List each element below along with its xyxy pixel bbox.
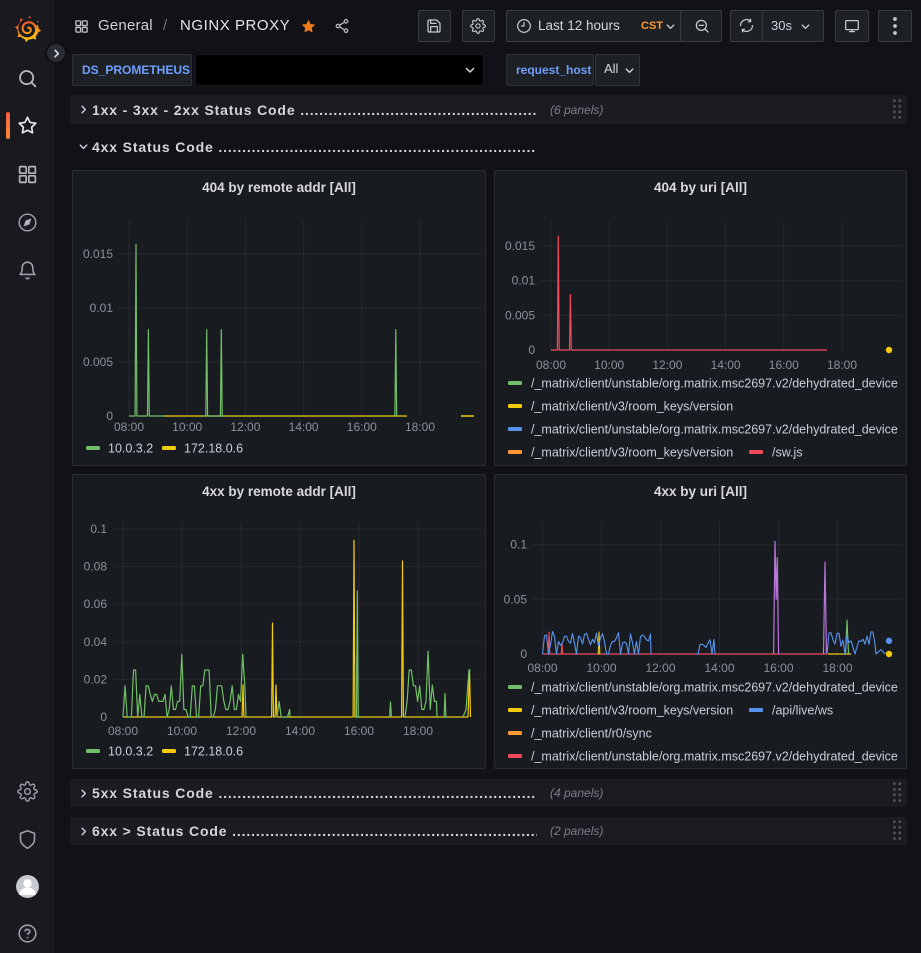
svg-text:12:00: 12:00 <box>230 420 260 434</box>
svg-text:0.015: 0.015 <box>505 239 535 253</box>
svg-text:08:00: 08:00 <box>527 661 557 675</box>
svg-text:0.1: 0.1 <box>90 522 107 536</box>
svg-text:/_matrix/client/r0/sync: /_matrix/client/r0/sync <box>531 727 652 741</box>
svg-text:0.06: 0.06 <box>84 597 108 611</box>
svg-text:12:00: 12:00 <box>226 724 256 738</box>
svg-text:10:00: 10:00 <box>594 358 624 372</box>
svg-text:0.015: 0.015 <box>83 247 113 261</box>
svg-text:0.005: 0.005 <box>505 308 535 322</box>
svg-text:/_matrix/client/unstable/org.m: /_matrix/client/unstable/org.matrix.msc2… <box>531 681 898 695</box>
svg-text:10.0.3.2: 10.0.3.2 <box>108 745 153 759</box>
svg-text:/_matrix/client/unstable/org.m: /_matrix/client/unstable/org.matrix.msc2… <box>531 377 898 391</box>
svg-text:14:00: 14:00 <box>285 724 315 738</box>
svg-text:14:00: 14:00 <box>704 661 734 675</box>
svg-text:10:00: 10:00 <box>167 724 197 738</box>
svg-text:16:00: 16:00 <box>344 724 374 738</box>
svg-text:08:00: 08:00 <box>114 420 144 434</box>
svg-text:/_matrix/client/v3/room_keys/v: /_matrix/client/v3/room_keys/version <box>531 704 733 718</box>
svg-text:12:00: 12:00 <box>645 661 675 675</box>
svg-text:18:00: 18:00 <box>822 661 852 675</box>
svg-text:0.04: 0.04 <box>84 635 108 649</box>
svg-text:10:00: 10:00 <box>586 661 616 675</box>
svg-text:0: 0 <box>528 343 535 357</box>
svg-text:14:00: 14:00 <box>289 420 319 434</box>
svg-text:/sw.js: /sw.js <box>772 446 803 460</box>
svg-text:16:00: 16:00 <box>769 358 799 372</box>
svg-text:0: 0 <box>100 710 107 724</box>
svg-text:0.005: 0.005 <box>83 355 113 369</box>
svg-text:18:00: 18:00 <box>827 358 857 372</box>
svg-text:/_matrix/client/unstable/org.m: /_matrix/client/unstable/org.matrix.msc2… <box>531 423 898 437</box>
svg-text:/_matrix/client/v3/room_keys/v: /_matrix/client/v3/room_keys/version <box>531 400 733 414</box>
svg-text:10.0.3.2: 10.0.3.2 <box>108 442 153 456</box>
svg-text:0.1: 0.1 <box>510 538 527 552</box>
svg-text:14:00: 14:00 <box>711 358 741 372</box>
svg-text:0.05: 0.05 <box>504 592 528 606</box>
svg-text:0.08: 0.08 <box>84 560 108 574</box>
svg-text:0.01: 0.01 <box>512 274 536 288</box>
svg-text:16:00: 16:00 <box>347 420 377 434</box>
svg-text:0: 0 <box>106 409 113 423</box>
svg-text:16:00: 16:00 <box>763 661 793 675</box>
svg-text:172.18.0.6: 172.18.0.6 <box>184 442 243 456</box>
svg-text:0: 0 <box>520 647 527 661</box>
svg-text:18:00: 18:00 <box>405 420 435 434</box>
svg-text:12:00: 12:00 <box>652 358 682 372</box>
svg-text:0.01: 0.01 <box>90 301 114 315</box>
svg-text:08:00: 08:00 <box>536 358 566 372</box>
svg-text:/api/live/ws: /api/live/ws <box>772 704 833 718</box>
svg-text:18:00: 18:00 <box>403 724 433 738</box>
svg-text:/_matrix/client/unstable/org.m: /_matrix/client/unstable/org.matrix.msc2… <box>531 750 898 764</box>
svg-text:08:00: 08:00 <box>108 724 138 738</box>
svg-text:/_matrix/client/v3/room_keys/v: /_matrix/client/v3/room_keys/version <box>531 446 733 460</box>
svg-text:172.18.0.6: 172.18.0.6 <box>184 745 243 759</box>
svg-text:0.02: 0.02 <box>84 672 108 686</box>
svg-text:10:00: 10:00 <box>172 420 202 434</box>
